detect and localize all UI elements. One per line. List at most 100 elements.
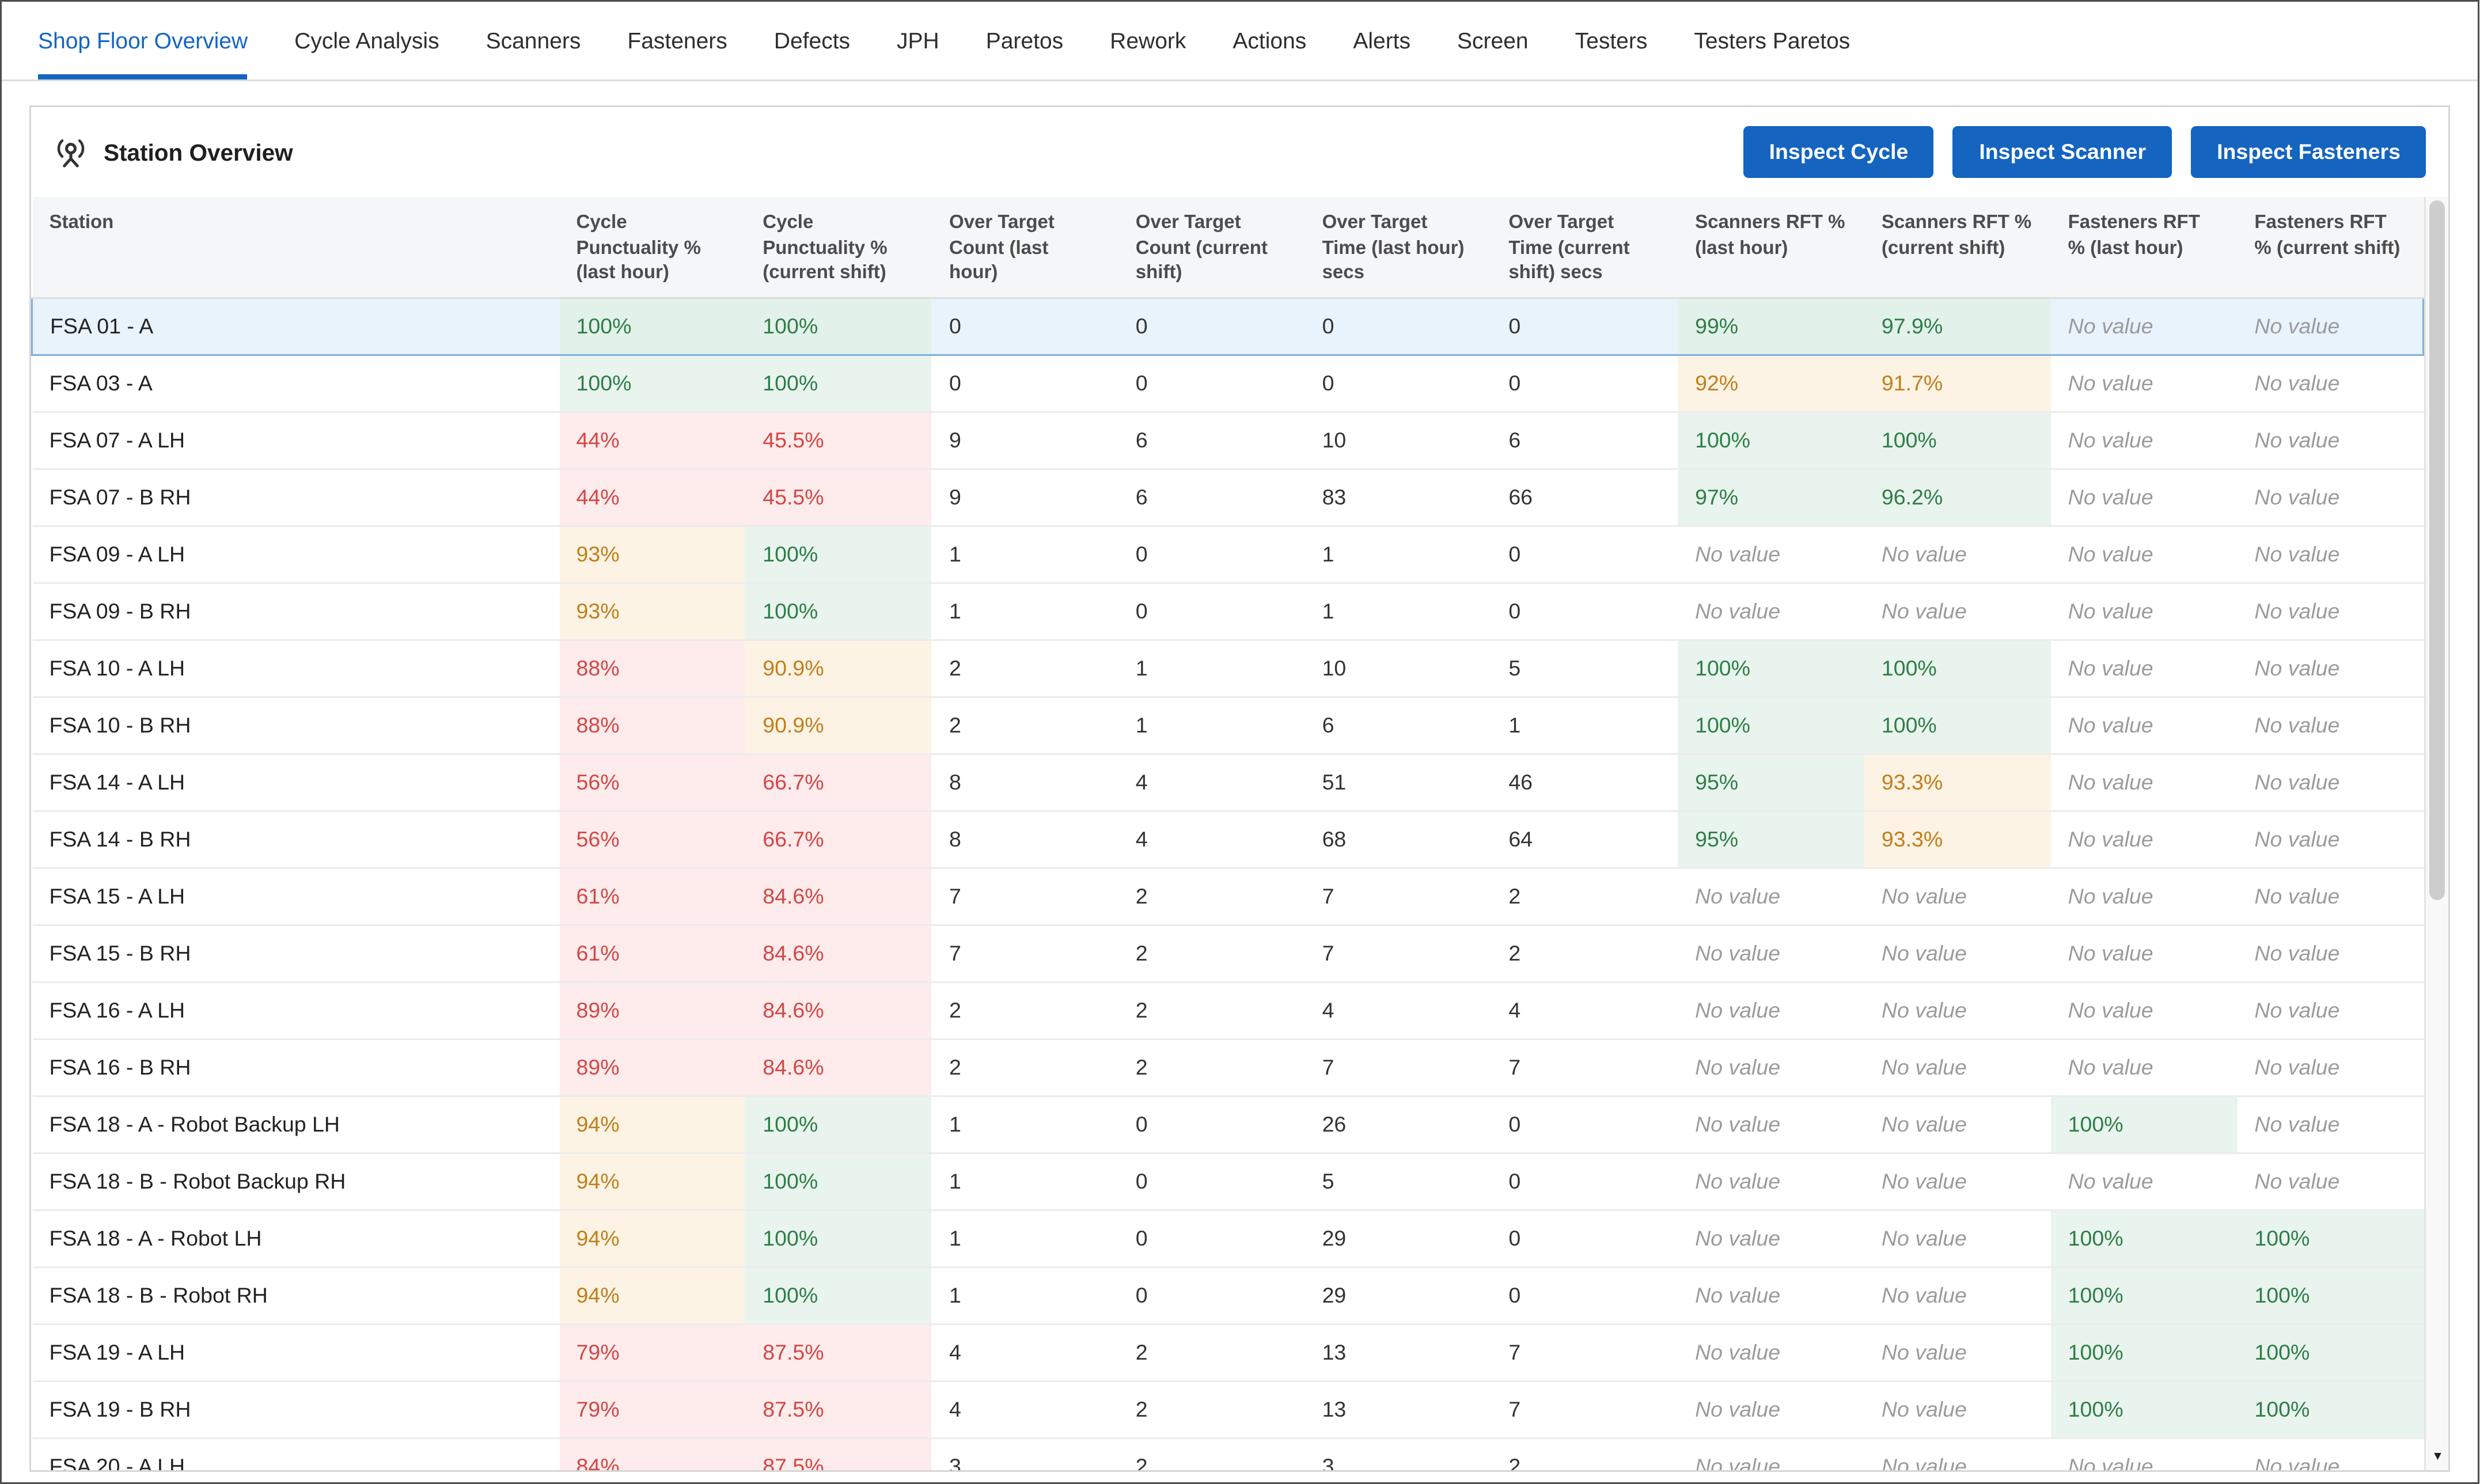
- table-row[interactable]: FSA 07 - B RH44%45.5%96836697%96.2%No va…: [32, 468, 2424, 525]
- tab-cycle-analysis[interactable]: Cycle Analysis: [294, 2, 439, 79]
- metric-cell: 87.5%: [745, 1437, 932, 1470]
- metric-cell: 2: [932, 981, 1118, 1038]
- column-header-scanners-rft-current-shift[interactable]: Scanners RFT % (current shift): [1864, 197, 2051, 297]
- table-header-row: StationCycle Punctuality % (last hour)Cy…: [32, 197, 2424, 297]
- tab-testers-paretos[interactable]: Testers Paretos: [1694, 2, 1850, 79]
- table-row[interactable]: FSA 18 - B - Robot Backup RH94%100%1050N…: [32, 1152, 2424, 1209]
- table-row[interactable]: FSA 18 - A - Robot Backup LH94%100%10260…: [32, 1095, 2424, 1152]
- table-row[interactable]: FSA 18 - B - Robot RH94%100%10290No valu…: [32, 1266, 2424, 1323]
- metric-cell: 7: [1305, 867, 1492, 924]
- metric-cell: No value: [2051, 810, 2238, 867]
- table-row[interactable]: FSA 15 - A LH61%84.6%7272No valueNo valu…: [32, 867, 2424, 924]
- column-header-fasteners-rft-last-hour[interactable]: Fasteners RFT % (last hour): [2051, 197, 2238, 297]
- tab-rework[interactable]: Rework: [1110, 2, 1186, 79]
- table-row[interactable]: FSA 10 - A LH88%90.9%21105100%100%No val…: [32, 639, 2424, 696]
- tab-shop-floor-overview[interactable]: Shop Floor Overview: [38, 2, 248, 79]
- metric-cell: 46: [1491, 753, 1678, 810]
- metric-cell: No value: [1678, 1266, 1864, 1323]
- metric-cell: No value: [2051, 354, 2238, 411]
- metric-cell: 84.6%: [745, 1038, 932, 1095]
- metric-cell: 2: [1491, 867, 1678, 924]
- metric-cell: 0: [1491, 525, 1678, 582]
- metric-cell: 1: [932, 582, 1118, 639]
- tab-screen[interactable]: Screen: [1457, 2, 1529, 79]
- table-row[interactable]: FSA 09 - A LH93%100%1010No valueNo value…: [32, 525, 2424, 582]
- metric-cell: 100%: [745, 582, 932, 639]
- metric-cell: No value: [2051, 411, 2238, 468]
- metric-cell: 100%: [2237, 1323, 2424, 1380]
- tab-actions[interactable]: Actions: [1233, 2, 1306, 79]
- metric-cell: No value: [1678, 1209, 1864, 1266]
- vertical-scrollbar[interactable]: ▼: [2425, 197, 2449, 1470]
- column-header-fasteners-rft-current-shift[interactable]: Fasteners RFT % (current shift): [2237, 197, 2424, 297]
- column-header-over-target-count-last-hour[interactable]: Over Target Count (last hour): [932, 197, 1118, 297]
- table-row[interactable]: FSA 16 - A LH89%84.6%2244No valueNo valu…: [32, 981, 2424, 1038]
- metric-cell: 2: [932, 1038, 1118, 1095]
- metric-cell: No value: [2237, 1152, 2424, 1209]
- metric-cell: 0: [932, 354, 1118, 411]
- metric-cell: 2: [1118, 1323, 1305, 1380]
- column-header-cycle-punctuality-current-shift[interactable]: Cycle Punctuality % (current shift): [745, 197, 932, 297]
- metric-cell: 6: [1118, 468, 1305, 525]
- metric-cell: No value: [2237, 753, 2424, 810]
- metric-cell: 29: [1305, 1266, 1492, 1323]
- table-row[interactable]: FSA 18 - A - Robot LH94%100%10290No valu…: [32, 1209, 2424, 1266]
- table-row[interactable]: FSA 20 - A LH84%87.5%3232No valueNo valu…: [32, 1437, 2424, 1470]
- metric-cell: 1: [932, 1152, 1118, 1209]
- metric-cell: 7: [1305, 1038, 1492, 1095]
- table-row[interactable]: FSA 03 - A100%100%000092%91.7%No valueNo…: [32, 354, 2424, 411]
- metric-cell: No value: [1864, 867, 2051, 924]
- table-row[interactable]: FSA 10 - B RH88%90.9%2161100%100%No valu…: [32, 696, 2424, 753]
- table-row[interactable]: FSA 01 - A100%100%000099%97.9%No valueNo…: [32, 297, 2424, 354]
- table-row[interactable]: FSA 15 - B RH61%84.6%7272No valueNo valu…: [32, 924, 2424, 981]
- panel-header: Station Overview Inspect CycleInspect Sc…: [31, 107, 2449, 197]
- metric-cell: 88%: [559, 696, 746, 753]
- inspect-fasteners-button[interactable]: Inspect Fasteners: [2191, 126, 2426, 178]
- metric-cell: 1: [1491, 696, 1678, 753]
- tab-scanners[interactable]: Scanners: [486, 2, 581, 79]
- tab-paretos[interactable]: Paretos: [986, 2, 1063, 79]
- metric-cell: 100%: [745, 525, 932, 582]
- metric-cell: No value: [1864, 1209, 2051, 1266]
- tab-fasteners[interactable]: Fasteners: [627, 2, 727, 79]
- column-header-over-target-count-current-shift[interactable]: Over Target Count (current shift): [1118, 197, 1305, 297]
- metric-cell: 89%: [559, 1038, 746, 1095]
- metric-cell: 2: [932, 639, 1118, 696]
- tab-jph[interactable]: JPH: [897, 2, 939, 79]
- metric-cell: 3: [1305, 1437, 1492, 1470]
- table-row[interactable]: FSA 19 - A LH79%87.5%42137No valueNo val…: [32, 1323, 2424, 1380]
- table-row[interactable]: FSA 07 - A LH44%45.5%96106100%100%No val…: [32, 411, 2424, 468]
- table-row[interactable]: FSA 19 - B RH79%87.5%42137No valueNo val…: [32, 1380, 2424, 1437]
- column-header-station[interactable]: Station: [32, 197, 559, 297]
- column-header-over-target-time-last-hour-secs[interactable]: Over Target Time (last hour) secs: [1305, 197, 1492, 297]
- inspect-cycle-button[interactable]: Inspect Cycle: [1743, 126, 1935, 178]
- table-row[interactable]: FSA 09 - B RH93%100%1010No valueNo value…: [32, 582, 2424, 639]
- metric-cell: No value: [2237, 924, 2424, 981]
- metric-cell: 84.6%: [745, 981, 932, 1038]
- tab-alerts[interactable]: Alerts: [1353, 2, 1410, 79]
- column-header-over-target-time-current-shift-secs[interactable]: Over Target Time (current shift) secs: [1491, 197, 1678, 297]
- table-row[interactable]: FSA 16 - B RH89%84.6%2277No valueNo valu…: [32, 1038, 2424, 1095]
- inspect-scanner-button[interactable]: Inspect Scanner: [1953, 126, 2172, 178]
- table-row[interactable]: FSA 14 - B RH56%66.7%84686495%93.3%No va…: [32, 810, 2424, 867]
- scrollbar-thumb[interactable]: [2430, 200, 2445, 901]
- metric-cell: 4: [1491, 981, 1678, 1038]
- metric-cell: 2: [1118, 1437, 1305, 1470]
- metric-cell: 13: [1305, 1323, 1492, 1380]
- tab-testers[interactable]: Testers: [1575, 2, 1648, 79]
- metric-cell: No value: [2237, 525, 2424, 582]
- column-header-cycle-punctuality-last-hour[interactable]: Cycle Punctuality % (last hour): [559, 197, 746, 297]
- table-row[interactable]: FSA 14 - A LH56%66.7%84514695%93.3%No va…: [32, 753, 2424, 810]
- station-name: FSA 19 - B RH: [32, 1380, 559, 1437]
- metric-cell: 4: [932, 1323, 1118, 1380]
- metric-cell: No value: [2237, 867, 2424, 924]
- station-name: FSA 10 - A LH: [32, 639, 559, 696]
- column-header-scanners-rft-last-hour[interactable]: Scanners RFT % (last hour): [1678, 197, 1864, 297]
- metric-cell: 1: [932, 1209, 1118, 1266]
- scrollbar-down-button[interactable]: ▼: [2426, 1446, 2449, 1468]
- metric-cell: No value: [1678, 981, 1864, 1038]
- tab-defects[interactable]: Defects: [774, 2, 850, 79]
- metric-cell: 94%: [559, 1095, 746, 1152]
- metric-cell: No value: [1864, 582, 2051, 639]
- metric-cell: 13: [1305, 1380, 1492, 1437]
